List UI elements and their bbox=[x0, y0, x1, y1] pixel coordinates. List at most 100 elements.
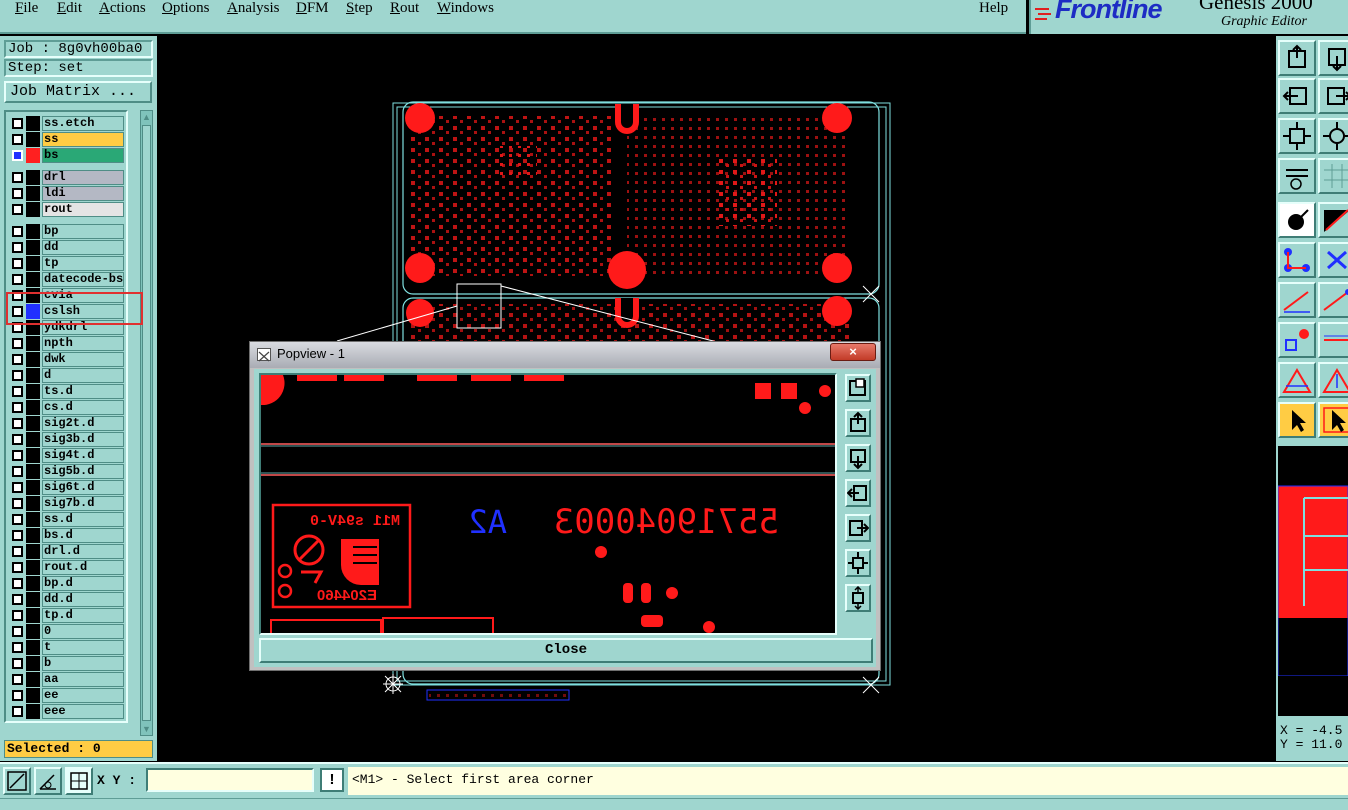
layer-name[interactable]: ldi bbox=[42, 186, 124, 201]
center-icon[interactable] bbox=[845, 584, 871, 612]
layer-checkbox[interactable] bbox=[12, 482, 23, 493]
layer-row[interactable]: b bbox=[8, 656, 126, 671]
layer-name[interactable]: ee bbox=[42, 688, 124, 703]
xy-input[interactable] bbox=[146, 768, 314, 792]
layer-row[interactable]: ldi bbox=[8, 186, 126, 201]
layer-checkbox[interactable] bbox=[12, 514, 23, 525]
layer-name[interactable]: drl.d bbox=[42, 544, 124, 559]
layer-name[interactable]: ts.d bbox=[42, 384, 124, 399]
menu-edit[interactable]: Edit bbox=[57, 0, 82, 16]
layer-name[interactable]: sig2t.d bbox=[42, 416, 124, 431]
layer-name[interactable]: bs.d bbox=[42, 528, 124, 543]
layer-name[interactable]: ss.etch bbox=[42, 116, 124, 131]
line-blue-icon[interactable] bbox=[1318, 282, 1348, 318]
layer-row[interactable]: drl bbox=[8, 170, 126, 185]
menu-file[interactable]: File bbox=[15, 0, 38, 16]
layer-checkbox[interactable] bbox=[12, 242, 23, 253]
pan-left-icon[interactable] bbox=[1278, 78, 1316, 114]
zoom-top-icon[interactable] bbox=[1278, 40, 1316, 76]
layer-name[interactable]: ss.d bbox=[42, 512, 124, 527]
line-red-icon[interactable] bbox=[1278, 282, 1316, 318]
layer-checkbox[interactable] bbox=[12, 172, 23, 183]
layer-row[interactable]: ts.d bbox=[8, 384, 126, 399]
layer-checkbox[interactable] bbox=[12, 134, 23, 145]
triangle-icon[interactable] bbox=[1278, 362, 1316, 398]
layer-row[interactable]: bp.d bbox=[8, 576, 126, 591]
layer-row[interactable]: dd bbox=[8, 240, 126, 255]
layer-row[interactable]: sig7b.d bbox=[8, 496, 126, 511]
layer-checkbox[interactable] bbox=[12, 530, 23, 541]
angle-mode-icon[interactable] bbox=[34, 767, 62, 795]
layer-checkbox[interactable] bbox=[12, 706, 23, 717]
layer-row[interactable]: rout bbox=[8, 202, 126, 217]
layer-name[interactable]: sig4t.d bbox=[42, 448, 124, 463]
layer-checkbox[interactable] bbox=[12, 150, 23, 161]
layer-checkbox[interactable] bbox=[12, 690, 23, 701]
layer-checkbox[interactable] bbox=[12, 338, 23, 349]
layer-row[interactable]: ss.d bbox=[8, 512, 126, 527]
layer-name[interactable]: tp bbox=[42, 256, 124, 271]
layer-name[interactable]: eee bbox=[42, 704, 124, 719]
layer-name[interactable]: sig6t.d bbox=[42, 480, 124, 495]
layer-row[interactable]: datecode-bs bbox=[8, 272, 126, 287]
layer-row[interactable]: eee bbox=[8, 704, 126, 719]
layer-checkbox[interactable] bbox=[12, 610, 23, 621]
layer-row[interactable]: drl.d bbox=[8, 544, 126, 559]
layer-checkbox[interactable] bbox=[12, 434, 23, 445]
layer-row[interactable]: ee bbox=[8, 688, 126, 703]
layer-checkbox[interactable] bbox=[12, 402, 23, 413]
layer-name[interactable]: dwk bbox=[42, 352, 124, 367]
layer-name[interactable]: drl bbox=[42, 170, 124, 185]
triangle-arrow-icon[interactable] bbox=[1318, 362, 1348, 398]
layer-checkbox[interactable] bbox=[12, 274, 23, 285]
center-icon[interactable] bbox=[1318, 118, 1348, 154]
layer-checkbox[interactable] bbox=[12, 204, 23, 215]
layer-checkbox[interactable] bbox=[12, 674, 23, 685]
pan-right-icon[interactable] bbox=[1318, 78, 1348, 114]
pointer-box-icon[interactable] bbox=[1318, 402, 1348, 438]
layer-row[interactable]: aa bbox=[8, 672, 126, 687]
close-icon[interactable]: × bbox=[830, 343, 876, 361]
layer-row[interactable]: t bbox=[8, 640, 126, 655]
layer-name[interactable]: rout bbox=[42, 202, 124, 217]
layer-row[interactable]: sig2t.d bbox=[8, 416, 126, 431]
pointer-icon[interactable] bbox=[1278, 402, 1316, 438]
menu-windows[interactable]: Windows bbox=[437, 0, 494, 16]
layer-checkbox[interactable] bbox=[12, 450, 23, 461]
layer-checkbox[interactable] bbox=[12, 370, 23, 381]
layer-row[interactable]: bs bbox=[8, 148, 126, 163]
layer-checkbox[interactable] bbox=[12, 386, 23, 397]
pan-left-icon[interactable] bbox=[845, 479, 871, 507]
layer-checkbox[interactable] bbox=[12, 188, 23, 199]
scroll-thumb[interactable] bbox=[142, 125, 151, 721]
pan-up-icon[interactable] bbox=[845, 409, 871, 437]
layer-row[interactable]: 0 bbox=[8, 624, 126, 639]
job-matrix-button[interactable]: Job Matrix ... bbox=[4, 81, 152, 103]
layer-name[interactable]: bs bbox=[42, 148, 124, 163]
dash-icon[interactable] bbox=[1318, 322, 1348, 358]
layer-row[interactable]: dwk bbox=[8, 352, 126, 367]
layer-name[interactable]: aa bbox=[42, 672, 124, 687]
layer-row[interactable]: rout.d bbox=[8, 560, 126, 575]
layer-row[interactable]: sig5b.d bbox=[8, 464, 126, 479]
menu-actions[interactable]: Actions bbox=[99, 0, 146, 16]
layer-list-scrollbar[interactable]: ▲ ▼ bbox=[140, 110, 153, 736]
close-button[interactable]: Close bbox=[259, 638, 873, 663]
layer-checkbox[interactable] bbox=[12, 258, 23, 269]
overview-map[interactable] bbox=[1277, 446, 1348, 716]
grid-snap-icon[interactable] bbox=[65, 767, 93, 795]
menu-dfm[interactable]: DFM bbox=[296, 0, 329, 16]
layer-name[interactable]: d bbox=[42, 368, 124, 383]
layer-row[interactable]: bs.d bbox=[8, 528, 126, 543]
layer-checkbox[interactable] bbox=[12, 498, 23, 509]
scroll-up-icon[interactable]: ▲ bbox=[142, 111, 151, 123]
popview-titlebar[interactable]: Popview - 1 × bbox=[250, 342, 880, 368]
layer-name[interactable]: bp bbox=[42, 224, 124, 239]
layer-row[interactable]: tp.d bbox=[8, 608, 126, 623]
layer-checkbox[interactable] bbox=[12, 642, 23, 653]
layer-name[interactable]: dd.d bbox=[42, 592, 124, 607]
layer-checkbox[interactable] bbox=[12, 418, 23, 429]
zoom-bottom-icon[interactable] bbox=[1318, 40, 1348, 76]
menu-rout[interactable]: Rout bbox=[390, 0, 419, 16]
layer-checkbox[interactable] bbox=[12, 658, 23, 669]
